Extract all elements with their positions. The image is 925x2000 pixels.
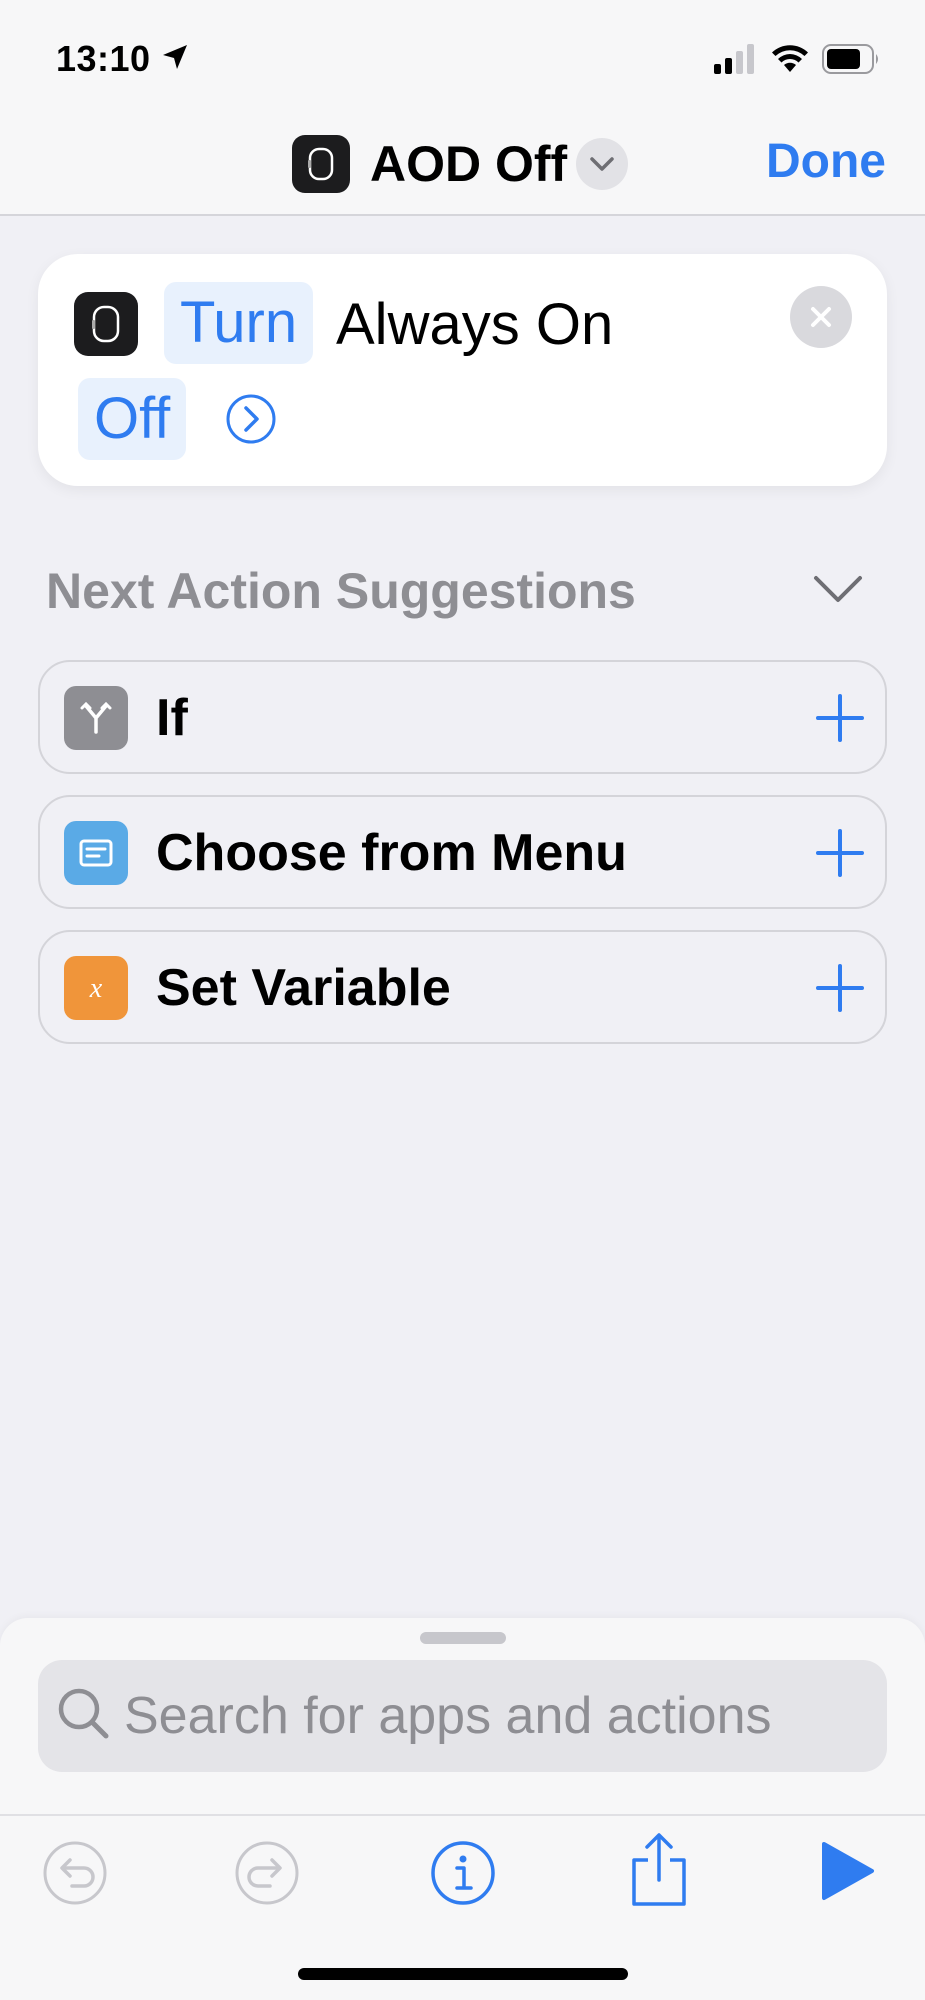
info-icon[interactable] [430,1840,496,1906]
status-bar: 13:10 [0,0,925,110]
add-icon[interactable] [814,692,866,744]
watch-app-icon [74,292,138,356]
play-icon[interactable] [818,1838,878,1904]
suggestion-row-if[interactable]: If [38,660,887,774]
menu-icon [64,821,128,885]
nav-bar: AOD Off Done [0,110,925,216]
suggestion-row-set-variable[interactable]: x Set Variable [38,930,887,1044]
state-parameter-token[interactable]: Off [78,378,187,460]
undo-icon[interactable] [42,1840,108,1906]
done-button[interactable]: Done [766,134,886,190]
watch-app-icon [292,135,350,193]
home-indicator [298,1968,628,1980]
sheet-grabber[interactable] [420,1632,506,1644]
location-arrow-icon [163,45,187,69]
add-icon[interactable] [814,827,866,879]
turn-parameter-token[interactable]: Turn [164,282,314,364]
chevron-down-icon [590,157,614,171]
action-card: Turn Always On Off [38,254,887,486]
status-time: 13:10 [56,38,151,79]
battery-icon [822,44,878,74]
remove-action-button[interactable] [790,286,852,348]
svg-text:x: x [89,973,103,1004]
search-icon [58,1688,109,1739]
chevron-down-icon[interactable] [812,572,864,604]
shortcut-title[interactable]: AOD Off [370,136,567,192]
wifi-icon [772,45,808,72]
title-menu-button[interactable] [576,138,628,190]
action-setting-label: Always On [336,292,614,357]
suggestion-row-choose-from-menu[interactable]: Choose from Menu [38,795,887,909]
suggestions-header: Next Action Suggestions [46,563,636,619]
show-more-chevron-icon[interactable] [224,392,278,446]
share-icon[interactable] [624,1830,694,1910]
suggestion-label: If [156,689,188,747]
suggestion-label: Set Variable [156,959,451,1017]
branch-icon [64,686,128,750]
close-icon [811,307,831,327]
add-icon[interactable] [814,962,866,1014]
suggestion-label: Choose from Menu [156,824,627,882]
variable-icon: x [64,956,128,1020]
cellular-signal-icon [714,44,754,74]
search-field[interactable] [38,1660,887,1772]
redo-icon[interactable] [234,1840,300,1906]
search-input[interactable] [124,1660,864,1772]
